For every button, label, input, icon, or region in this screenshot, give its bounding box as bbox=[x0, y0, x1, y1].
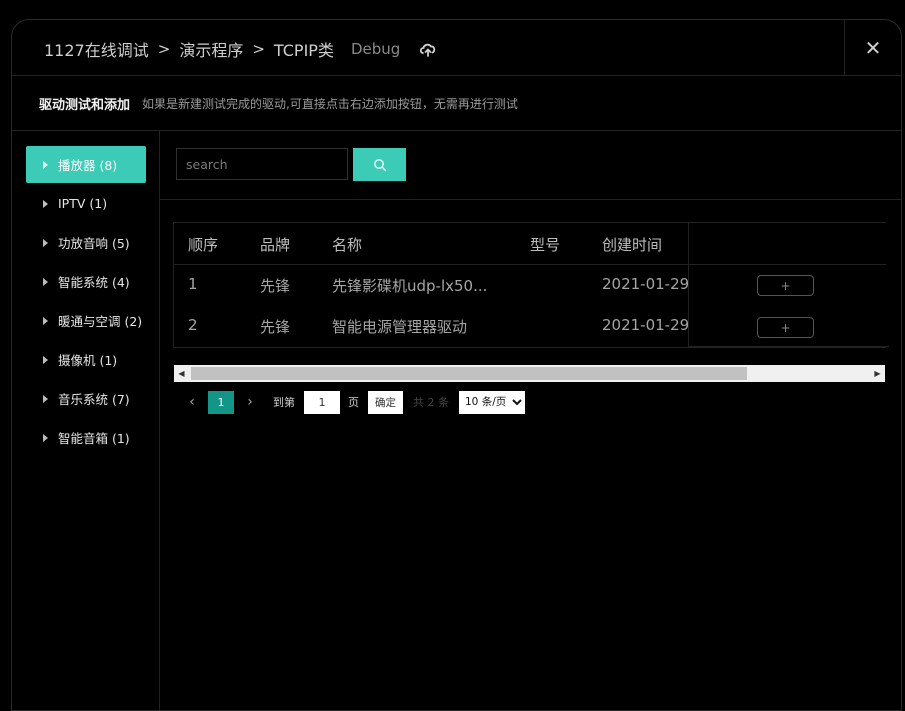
page-size-select[interactable]: 10 条/页 bbox=[459, 390, 525, 414]
sidebar-item-smart-speaker[interactable]: 智能音箱 (1) bbox=[26, 419, 146, 456]
row-created: 2021-01-29 bbox=[602, 275, 690, 293]
caret-right-icon bbox=[43, 277, 48, 286]
row-index: 1 bbox=[188, 275, 198, 293]
add-driver-button[interactable]: + bbox=[757, 275, 814, 296]
dialog-header: 1127在线调试 > 演示程序 > TCPIP类 Debug ✕ bbox=[12, 20, 901, 76]
goto-label: 到第 bbox=[273, 396, 295, 409]
total-count: 共 2 条 bbox=[413, 396, 449, 409]
add-driver-button[interactable]: + bbox=[757, 317, 814, 338]
row-created: 2021-01-29 bbox=[602, 316, 690, 334]
breadcrumb-item-demo[interactable]: 演示程序 bbox=[179, 37, 243, 61]
debug-status: Debug bbox=[350, 40, 401, 58]
prev-page-icon[interactable]: ‹ bbox=[183, 394, 201, 410]
page-unit-label: 页 bbox=[348, 396, 359, 409]
caret-right-icon bbox=[43, 355, 48, 364]
pagination: ‹ 1 › 到第 页 确定 共 2 条 10 条/页 bbox=[183, 390, 525, 414]
breadcrumb-separator: > bbox=[252, 40, 265, 58]
sidebar-item-smart-system[interactable]: 智能系统 (4) bbox=[26, 263, 146, 300]
row-brand: 先锋 bbox=[260, 277, 291, 295]
goto-page-input[interactable] bbox=[304, 390, 340, 414]
search-bar bbox=[160, 131, 901, 200]
scroll-left-icon[interactable]: ◀ bbox=[174, 365, 189, 382]
page-number-current[interactable]: 1 bbox=[208, 390, 234, 414]
column-header-created: 创建时间 bbox=[602, 236, 663, 254]
caret-right-icon bbox=[43, 238, 48, 247]
section-header: 驱动测试和添加 如果是新建测试完成的驱动,可直接点击右边添加按钮，无需再进行测试 bbox=[12, 76, 901, 131]
driver-dialog: 1127在线调试 > 演示程序 > TCPIP类 Debug ✕ 驱动测试和添加… bbox=[11, 19, 902, 711]
sidebar-item-label: 播放器 (8) bbox=[58, 158, 118, 173]
sidebar-item-iptv[interactable]: IPTV (1) bbox=[26, 185, 146, 222]
column-header-index: 顺序 bbox=[188, 236, 219, 254]
scrollbar-thumb[interactable] bbox=[191, 367, 747, 380]
sidebar-item-player[interactable]: 播放器 (8) bbox=[26, 146, 146, 183]
row-name: 智能电源管理器驱动 bbox=[332, 318, 468, 336]
breadcrumb-item-category[interactable]: TCPIP类 bbox=[274, 37, 334, 61]
close-icon: ✕ bbox=[864, 35, 882, 60]
column-header-brand: 品牌 bbox=[260, 236, 291, 254]
sidebar-item-label: 摄像机 (1) bbox=[58, 353, 118, 368]
sidebar-item-camera[interactable]: 摄像机 (1) bbox=[26, 341, 146, 378]
plus-icon: + bbox=[780, 320, 791, 335]
caret-right-icon bbox=[43, 394, 48, 403]
cloud-upload-icon[interactable] bbox=[418, 39, 438, 59]
search-icon bbox=[373, 158, 386, 171]
row-brand: 先锋 bbox=[260, 318, 291, 336]
caret-right-icon bbox=[43, 160, 48, 169]
close-button[interactable]: ✕ bbox=[844, 20, 901, 75]
section-description: 如果是新建测试完成的驱动,可直接点击右边添加按钮，无需再进行测试 bbox=[142, 96, 518, 111]
breadcrumb-separator: > bbox=[157, 40, 171, 58]
search-button[interactable] bbox=[353, 148, 406, 181]
row-index: 2 bbox=[188, 316, 198, 334]
next-page-icon[interactable]: › bbox=[241, 394, 259, 410]
sidebar-item-label: 音乐系统 (7) bbox=[58, 392, 130, 407]
column-header-model: 型号 bbox=[530, 236, 561, 254]
main-panel: 顺序 品牌 名称 型号 创建时间 1 先锋 先锋影碟机udp-lx50... 2… bbox=[160, 131, 901, 710]
scroll-right-icon[interactable]: ▶ bbox=[870, 365, 885, 382]
confirm-button[interactable]: 确定 bbox=[368, 390, 403, 414]
caret-right-icon bbox=[43, 433, 48, 442]
section-title: 驱动测试和添加 bbox=[39, 97, 131, 113]
sidebar-item-amplifier[interactable]: 功放音响 (5) bbox=[26, 224, 146, 261]
caret-right-icon bbox=[43, 316, 48, 325]
caret-right-icon bbox=[43, 199, 48, 208]
search-input[interactable] bbox=[176, 148, 348, 180]
horizontal-scrollbar[interactable]: ◀ ▶ bbox=[174, 365, 885, 382]
plus-icon: + bbox=[780, 278, 791, 293]
column-header-name: 名称 bbox=[332, 236, 363, 254]
driver-table: 顺序 品牌 名称 型号 创建时间 1 先锋 先锋影碟机udp-lx50... 2… bbox=[173, 222, 889, 348]
sidebar-item-label: 智能系统 (4) bbox=[58, 275, 130, 290]
sidebar-item-label: 智能音箱 (1) bbox=[58, 431, 130, 446]
breadcrumb-item-project[interactable]: 1127在线调试 bbox=[44, 37, 149, 61]
row-name: 先锋影碟机udp-lx50... bbox=[332, 277, 488, 295]
breadcrumb: 1127在线调试 > 演示程序 > TCPIP类 Debug bbox=[44, 37, 438, 61]
sidebar-item-label: 暖通与空调 (2) bbox=[58, 314, 143, 329]
category-sidebar: 播放器 (8) IPTV (1) 功放音响 (5) 智能系统 (4) 暖通与空调… bbox=[12, 131, 160, 710]
sidebar-item-label: IPTV (1) bbox=[58, 196, 108, 211]
sidebar-item-hvac[interactable]: 暖通与空调 (2) bbox=[26, 302, 146, 339]
sidebar-item-label: 功放音响 (5) bbox=[58, 236, 130, 251]
sidebar-item-music-system[interactable]: 音乐系统 (7) bbox=[26, 380, 146, 417]
